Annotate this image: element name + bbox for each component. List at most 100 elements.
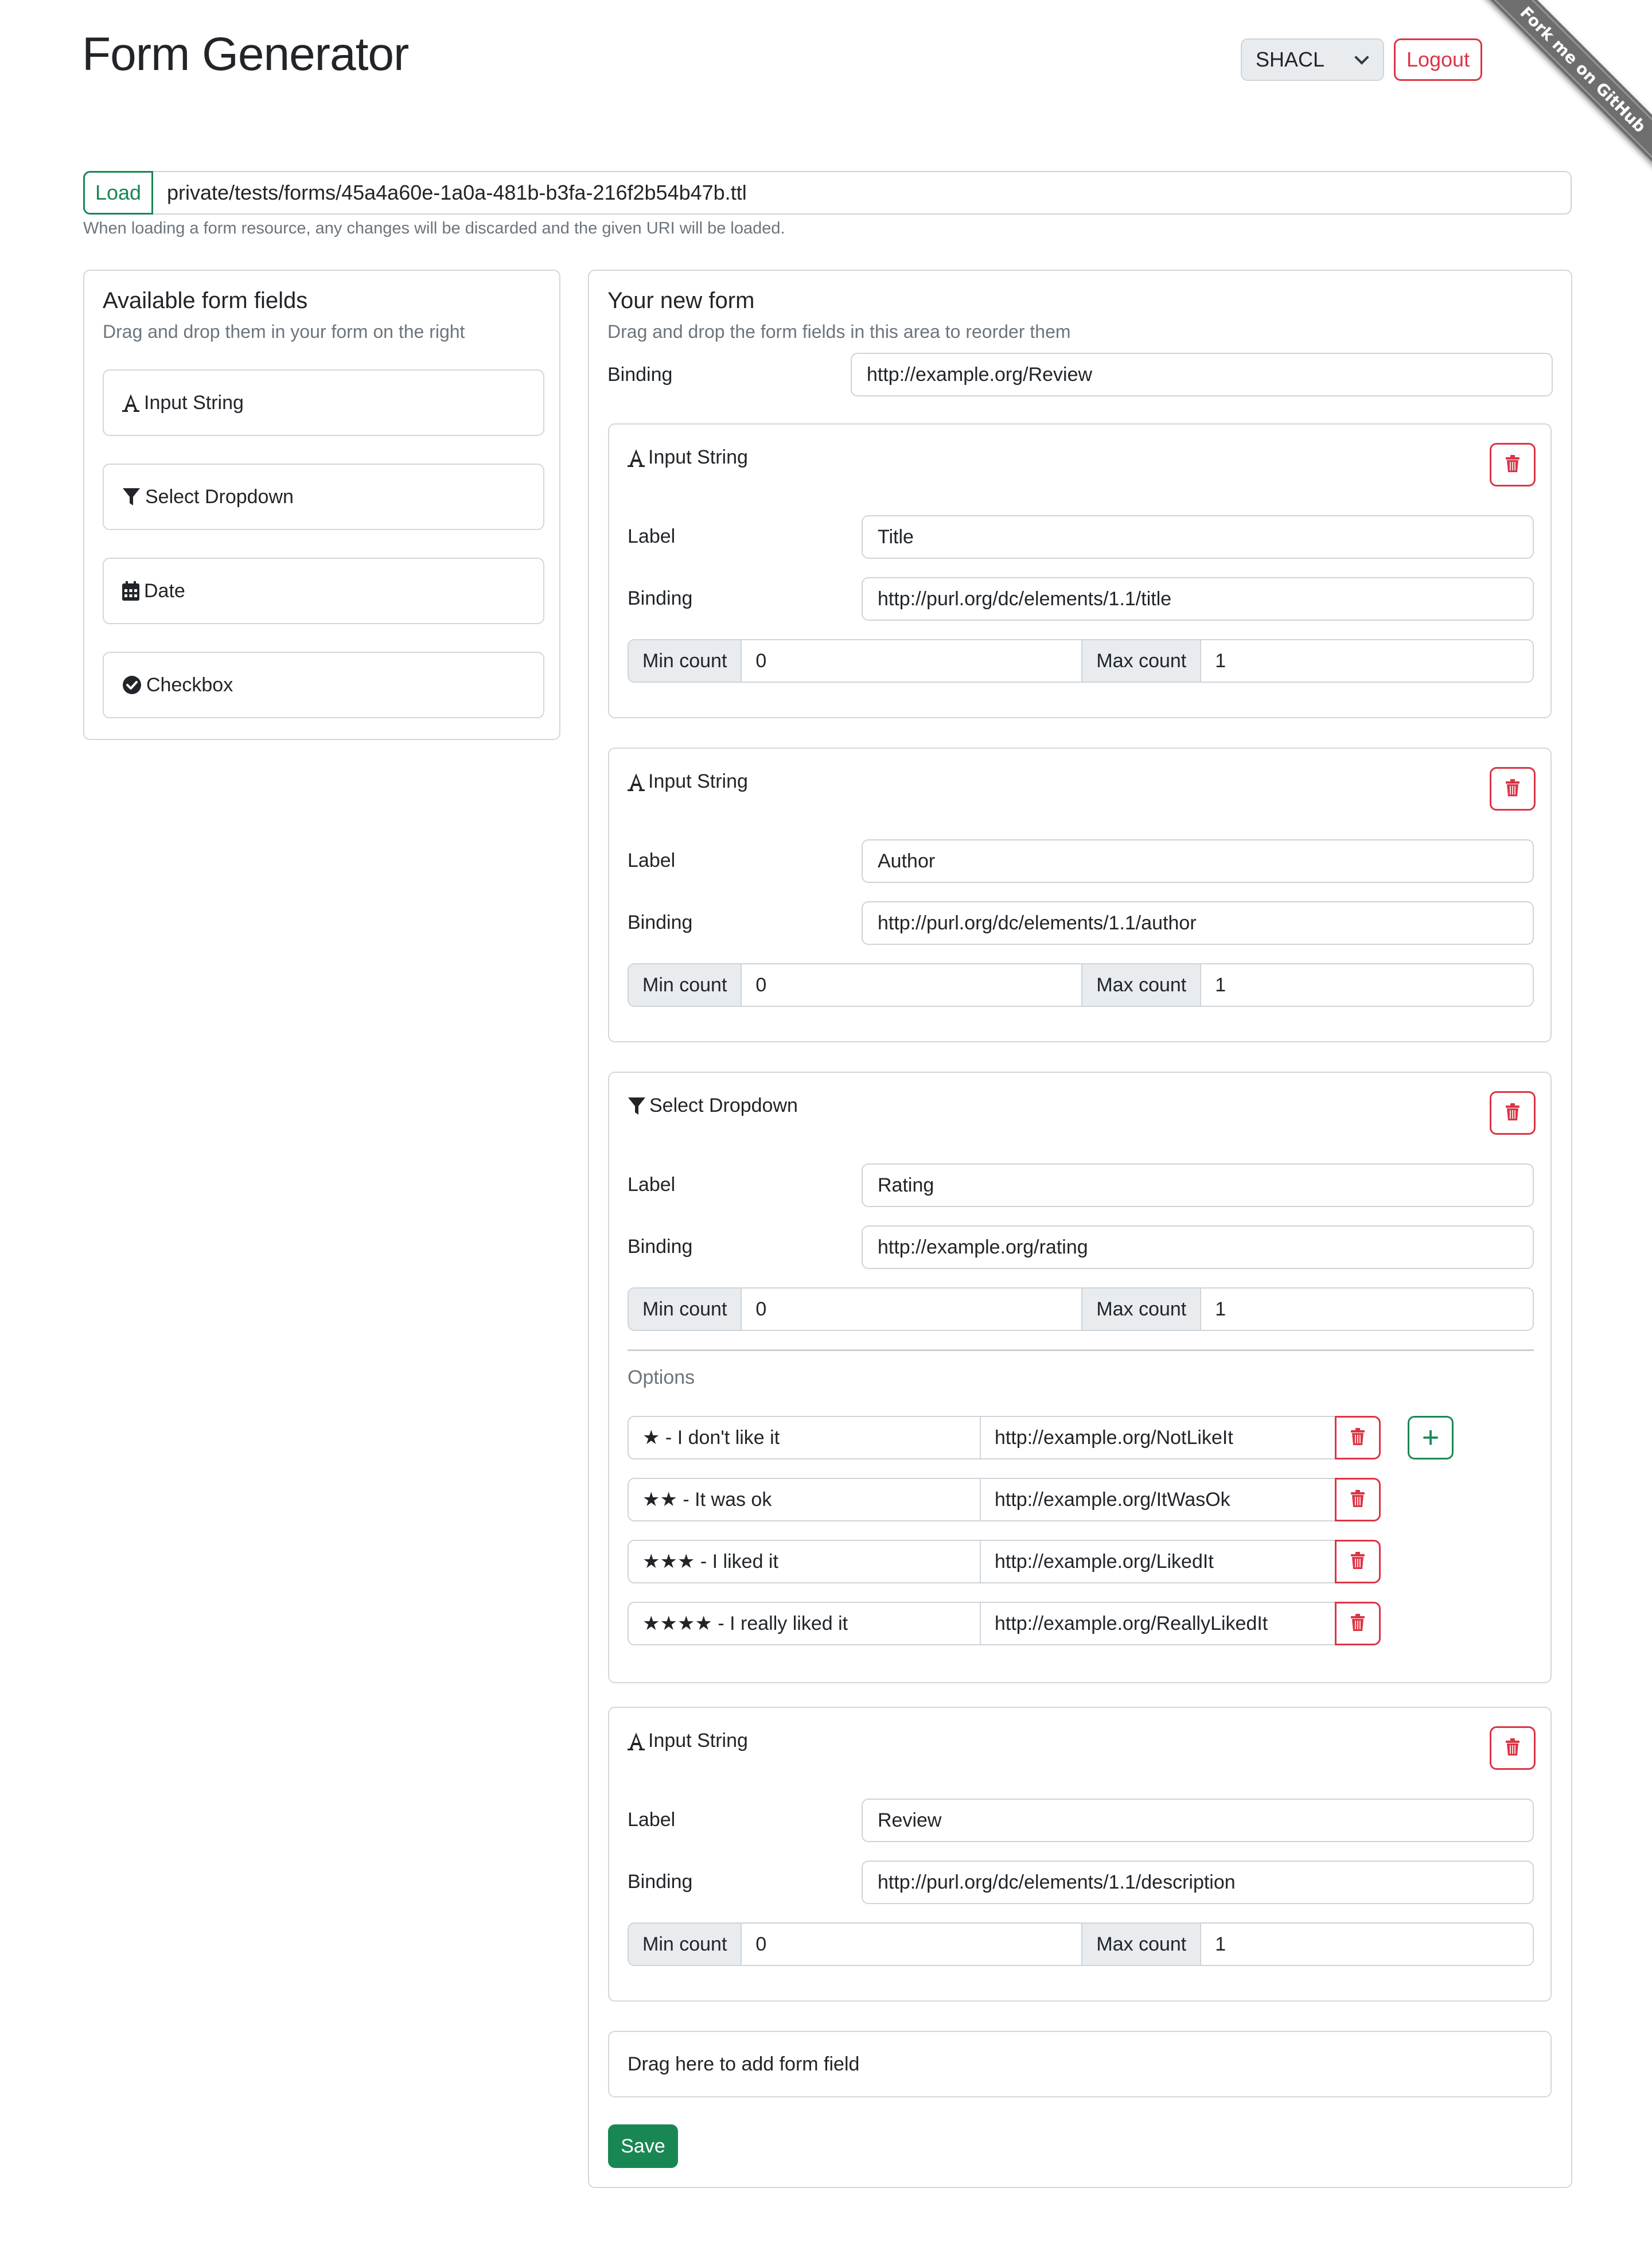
field-label-label: Label: [628, 850, 676, 871]
max-count-input[interactable]: 1: [1201, 640, 1533, 682]
option-label-input[interactable]: ★ - I don't like it: [628, 1416, 981, 1459]
palette-item-date[interactable]: Date: [103, 558, 544, 624]
plus-icon: +: [1421, 1421, 1440, 1454]
max-count-input[interactable]: 1: [1201, 1924, 1533, 1965]
delete-option-button[interactable]: [1335, 1478, 1381, 1521]
field-binding-input[interactable]: http://purl.org/dc/elements/1.1/descript…: [862, 1860, 1534, 1904]
delete-field-button[interactable]: [1490, 443, 1536, 486]
delete-field-button[interactable]: [1490, 767, 1536, 811]
delete-option-button[interactable]: [1335, 1540, 1381, 1583]
available-fields-card: Available form fields Drag and drop them…: [83, 270, 560, 740]
max-count-label: Max count: [1081, 1289, 1202, 1330]
trash-icon: [1351, 1549, 1365, 1575]
min-count-label: Min count: [629, 1289, 742, 1330]
delete-field-button[interactable]: [1490, 1091, 1536, 1135]
form-binding-input[interactable]: http://example.org/Review: [851, 353, 1553, 396]
new-form-subtitle: Drag and drop the form fields in this ar…: [607, 321, 1071, 342]
trash-icon: [1351, 1487, 1365, 1513]
option-value-input[interactable]: http://example.org/ItWasOk: [981, 1478, 1335, 1521]
form-field-card[interactable]: Input String Label Author Binding http:/…: [608, 748, 1552, 1042]
field-type-heading: Select Dropdown: [628, 1095, 798, 1117]
load-help-text: When loading a form resource, any change…: [83, 219, 785, 238]
check-circle-icon: [122, 675, 142, 695]
field-type-label: Input String: [648, 1730, 748, 1751]
mode-select[interactable]: SHACL: [1241, 38, 1384, 81]
palette-item-select-dropdown[interactable]: Select Dropdown: [103, 464, 544, 530]
field-label-input[interactable]: Review: [862, 1799, 1534, 1842]
delete-option-button[interactable]: [1335, 1602, 1381, 1645]
field-label-input[interactable]: Author: [862, 839, 1534, 883]
trash-icon: [1506, 452, 1519, 478]
field-type-heading: Input String: [628, 1730, 748, 1752]
min-count-input[interactable]: 0: [742, 1289, 1082, 1330]
field-type-label: Input String: [648, 770, 748, 792]
field-binding-input[interactable]: http://purl.org/dc/elements/1.1/title: [862, 577, 1534, 621]
filter-icon: [122, 487, 141, 507]
fork-on-github-ribbon[interactable]: Fork me on GitHub: [1480, 0, 1652, 172]
field-type-heading: Input String: [628, 446, 748, 469]
field-label-label: Label: [628, 1809, 676, 1831]
count-group: Min count 0 Max count 1: [628, 639, 1534, 683]
new-form-title: Your new form: [607, 288, 755, 313]
field-type-label: Select Dropdown: [649, 1095, 798, 1116]
palette-item-label: Date: [144, 579, 185, 602]
form-field-card[interactable]: Select Dropdown Label Rating Binding htt…: [608, 1072, 1552, 1683]
trash-icon: [1506, 1735, 1519, 1761]
max-count-label: Max count: [1081, 640, 1202, 682]
max-count-input[interactable]: 1: [1201, 964, 1533, 1006]
delete-option-button[interactable]: [1335, 1416, 1381, 1459]
min-count-label: Min count: [629, 640, 742, 682]
calendar-icon: [122, 581, 139, 601]
page-title: Form Generator: [82, 28, 409, 80]
font-icon: [628, 772, 645, 792]
form-field-card[interactable]: Input String Label Review Binding http:/…: [608, 1707, 1552, 2002]
field-binding-input[interactable]: http://example.org/rating: [862, 1225, 1534, 1269]
trash-icon: [1351, 1425, 1365, 1451]
trash-icon: [1351, 1611, 1365, 1637]
field-label-label: Label: [628, 526, 676, 547]
max-count-input[interactable]: 1: [1201, 1289, 1533, 1330]
save-button[interactable]: Save: [608, 2124, 678, 2168]
option-label-input[interactable]: ★★ - It was ok: [628, 1478, 981, 1521]
form-binding-label: Binding: [607, 364, 673, 386]
min-count-label: Min count: [629, 964, 742, 1006]
palette-item-input-string[interactable]: Input String: [103, 369, 544, 436]
field-type-label: Input String: [648, 446, 748, 468]
option-value-input[interactable]: http://example.org/NotLikeIt: [981, 1416, 1335, 1459]
palette-item-label: Checkbox: [146, 674, 233, 696]
mode-select-value: SHACL: [1256, 48, 1325, 71]
field-type-heading: Input String: [628, 770, 748, 793]
field-binding-label: Binding: [628, 912, 693, 933]
count-group: Min count 0 Max count 1: [628, 1922, 1534, 1966]
load-button[interactable]: Load: [83, 171, 153, 215]
logout-button[interactable]: Logout: [1394, 38, 1482, 81]
delete-field-button[interactable]: [1490, 1726, 1536, 1770]
font-icon: [122, 393, 139, 412]
filter-icon: [628, 1096, 646, 1116]
option-row: ★★ - It was ok http://example.org/ItWasO…: [628, 1478, 1381, 1521]
field-label-input[interactable]: Title: [862, 515, 1534, 559]
min-count-input[interactable]: 0: [742, 964, 1082, 1006]
option-row: ★ - I don't like it http://example.org/N…: [628, 1416, 1381, 1459]
option-value-input[interactable]: http://example.org/LikedIt: [981, 1540, 1335, 1583]
form-uri-input[interactable]: private/tests/forms/45a4a60e-1a0a-481b-b…: [153, 171, 1572, 215]
field-binding-label: Binding: [628, 587, 693, 609]
field-binding-label: Binding: [628, 1236, 693, 1258]
option-label-input[interactable]: ★★★ - I liked it: [628, 1540, 981, 1583]
field-label-input[interactable]: Rating: [862, 1163, 1534, 1207]
form-field-card[interactable]: Input String Label Title Binding http://…: [608, 423, 1552, 718]
option-label-input[interactable]: ★★★★ - I really liked it: [628, 1602, 981, 1645]
palette-item-checkbox[interactable]: Checkbox: [103, 652, 544, 718]
add-option-button[interactable]: +: [1408, 1416, 1454, 1459]
available-fields-subtitle: Drag and drop them in your form on the r…: [103, 321, 465, 342]
min-count-input[interactable]: 0: [742, 640, 1082, 682]
palette-item-label: Input String: [144, 391, 244, 414]
option-row: ★★★ - I liked it http://example.org/Like…: [628, 1540, 1381, 1583]
field-binding-input[interactable]: http://purl.org/dc/elements/1.1/author: [862, 901, 1534, 945]
font-icon: [628, 1731, 645, 1751]
count-group: Min count 0 Max count 1: [628, 963, 1534, 1007]
max-count-label: Max count: [1081, 1924, 1202, 1965]
min-count-input[interactable]: 0: [742, 1924, 1082, 1965]
option-value-input[interactable]: http://example.org/ReallyLikedIt: [981, 1602, 1335, 1645]
add-field-drop-zone[interactable]: Drag here to add form field: [608, 2031, 1552, 2097]
